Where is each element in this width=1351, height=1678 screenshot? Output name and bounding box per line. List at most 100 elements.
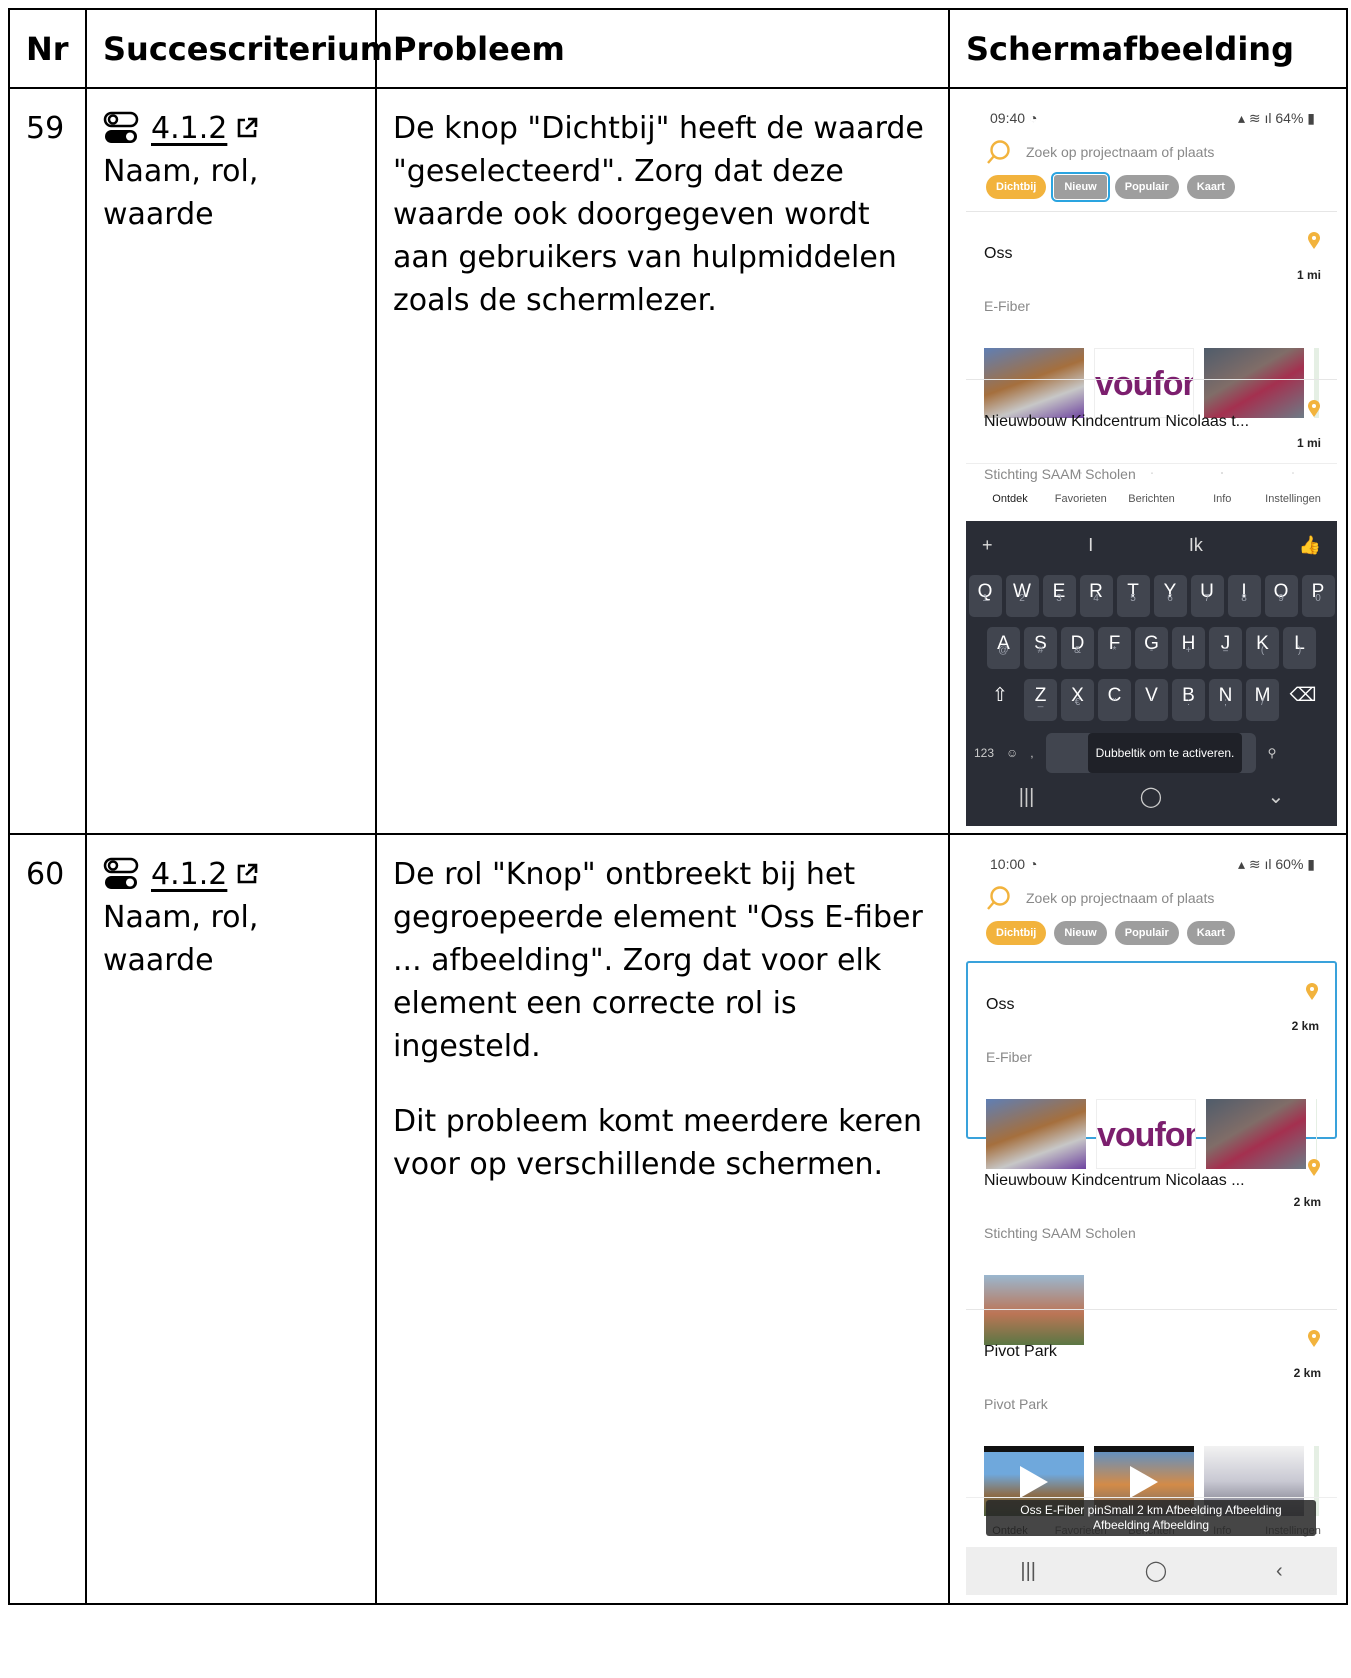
home-icon[interactable]: ◯ [1140,776,1162,819]
project-card[interactable]: Oss E-Fiber 1 mi voufon [966,211,1337,418]
key[interactable]: * F [1098,627,1131,669]
project-subtitle: E-Fiber [984,298,1030,314]
comma-key[interactable]: , [1030,732,1033,775]
criterion-link[interactable]: 4.1.2 [151,111,227,146]
key[interactable]: = J [1209,627,1242,669]
suggestion[interactable]: + [982,524,993,567]
phone-screenshot: 10:00 ◔ ▴ ≋ ıl 60% ▮ Zoek op projectnaam… [966,849,1337,1595]
criterion-cell: 4.1.2 Naam, rol, waarde [85,833,377,1605]
key[interactable]: / M [1246,679,1279,721]
project-card[interactable]: Oss E-Fiber 2 km voufon [966,961,1337,1169]
shift-icon[interactable]: ⇧ [980,679,1020,721]
distance-badge: 1 mi [1297,400,1321,465]
backspace-icon[interactable]: ⌫ [1283,679,1323,721]
key[interactable]: 8I [1227,575,1261,617]
chip-kaart[interactable]: Kaart [1186,921,1235,945]
battery-level: 64% [1275,109,1304,126]
key-row: @ A # S & D * F - G + H = J(K) L [966,627,1337,669]
key[interactable]: " C [1098,679,1131,721]
key[interactable]: ) L [1283,627,1316,669]
status-bar: 10:00 ◔ ▴ ≋ ıl 60% ▮ [966,849,1337,879]
distance-badge: 1 mi [1297,232,1321,297]
key[interactable]: 4R [1079,575,1113,617]
project-title: Nieuwbouw Kindcentrum Nicolaas t... [984,413,1250,430]
toggle-icon [103,111,139,143]
chip-nieuw[interactable]: Nieuw [1054,921,1107,945]
chip-populair[interactable]: Populair [1114,175,1179,199]
spacebar[interactable]: Dubbeltik om te activeren. [1045,733,1256,773]
back-icon[interactable]: ‹ [1276,1550,1283,1593]
chip-dichtbij[interactable]: Dichtbij [986,175,1047,199]
tooltip: Dubbeltik om te activeren. [1087,733,1243,773]
suggestion[interactable]: I [1088,524,1093,567]
key[interactable]: 1Q [968,575,1002,617]
status-bar: 09:40 ◔ ▴ ≋ ıl 64% ▮ [966,103,1337,133]
project-subtitle: E-Fiber [986,1049,1032,1065]
whatsapp-icon: ◔ [1028,109,1038,126]
key[interactable]: € X [1061,679,1094,721]
key[interactable]: @ A [987,627,1020,669]
recents-icon[interactable]: ||| [1020,1550,1036,1593]
key-secondary: 8 [1241,593,1247,604]
signal-icon: ▴ ≋ ıl [1237,855,1276,872]
key[interactable]: 9O [1264,575,1298,617]
home-icon[interactable]: ◯ [1145,1550,1167,1593]
suggestion[interactable]: Ik [1189,524,1203,567]
report-table: Nr Succescriterium Probleem Schermafbeel… [8,8,1348,1605]
key[interactable]: (K [1246,627,1279,669]
search-placeholder: Zoek op projectnaam of plaats [1026,143,1215,160]
table-row: 59 4.1.2 Naam, rol, waarde De knop "Dich… [8,87,1348,835]
chevron-down-icon[interactable]: ⌄ [1268,776,1285,819]
key[interactable]: + H [1172,627,1205,669]
chip-dichtbij[interactable]: Dichtbij [986,921,1047,945]
chip-populair[interactable]: Populair [1114,921,1179,945]
key-secondary: € [1074,697,1081,708]
distance-badge: 2 km [1294,1159,1321,1224]
key[interactable]: -G [1135,627,1168,669]
key[interactable]: 2W [1005,575,1039,617]
system-nav-bar: ||| ◯ ⌄ [966,775,1337,819]
project-card[interactable]: Nieuwbouw Kindcentrum Nicolaas ... Stich… [966,1139,1337,1345]
emoji-icon[interactable]: ☺ [1006,732,1018,775]
key-secondary: ( [1260,645,1265,656]
recents-icon[interactable]: ||| [1019,776,1035,819]
project-card[interactable]: Nieuwbouw Kindcentrum Nicolaas t... Stic… [966,379,1337,482]
distance-badge: 2 km [1294,1330,1321,1395]
header-criterion: Succescriterium [85,8,393,89]
search-key-icon[interactable]: ⚲ [1268,732,1277,775]
screenreader-toast: Oss E-Fiber pinSmall 2 km Afbeelding Afb… [986,1500,1316,1536]
keyboard-bottom-row: 123 ☺ , Dubbeltik om te activeren. ⚲ [966,731,1337,775]
key[interactable]: & D [1061,627,1094,669]
key[interactable]: :B [1172,679,1205,721]
key[interactable]: _ Z [1024,679,1057,721]
key[interactable]: 3E [1042,575,1076,617]
key-secondary: ) [1297,645,1302,656]
project-card[interactable]: Pivot Park Pivot Park 2 km [966,1309,1337,1516]
row-nr: 60 [8,833,87,1605]
key[interactable]: 7U [1190,575,1224,617]
num-key[interactable]: 123 [974,732,994,775]
screenshot-cell: 09:40 ◔ ▴ ≋ ıl 64% ▮ Zoek op projectnaam… [948,87,1348,835]
project-subtitle: Pivot Park [984,1396,1048,1412]
key[interactable]: # S [1024,627,1057,669]
chip-nieuw[interactable]: Nieuw [1051,172,1110,202]
criterion-link[interactable]: 4.1.2 [151,857,227,892]
key[interactable]: ; N [1209,679,1242,721]
tab-bar: Ontdek Favorieten Berichten Info Instell… [966,1497,1337,1547]
distance-label: 1 mi [1296,436,1321,450]
distance-label: 2 km [1291,1019,1319,1033]
play-icon [1130,1466,1158,1498]
key[interactable]: 0P [1301,575,1335,617]
filter-chips: Dichtbij Nieuw Populair Kaart [966,917,1337,951]
row-nr: 59 [8,87,87,835]
battery-icon: ▮ [1303,855,1315,872]
suggestion[interactable]: 👍 [1299,524,1321,567]
key[interactable]: 6Y [1153,575,1187,617]
criterion-name: Naam, rol, waarde [103,154,259,232]
key[interactable]: 5T [1116,575,1150,617]
chip-kaart[interactable]: Kaart [1186,175,1235,199]
key[interactable]: ' V [1135,679,1168,721]
project-subtitle: Stichting SAAM Scholen [984,1225,1136,1241]
problem-cell: De rol "Knop" ontbreekt bij het gegroepe… [375,833,950,1605]
pin-icon [1308,232,1320,249]
